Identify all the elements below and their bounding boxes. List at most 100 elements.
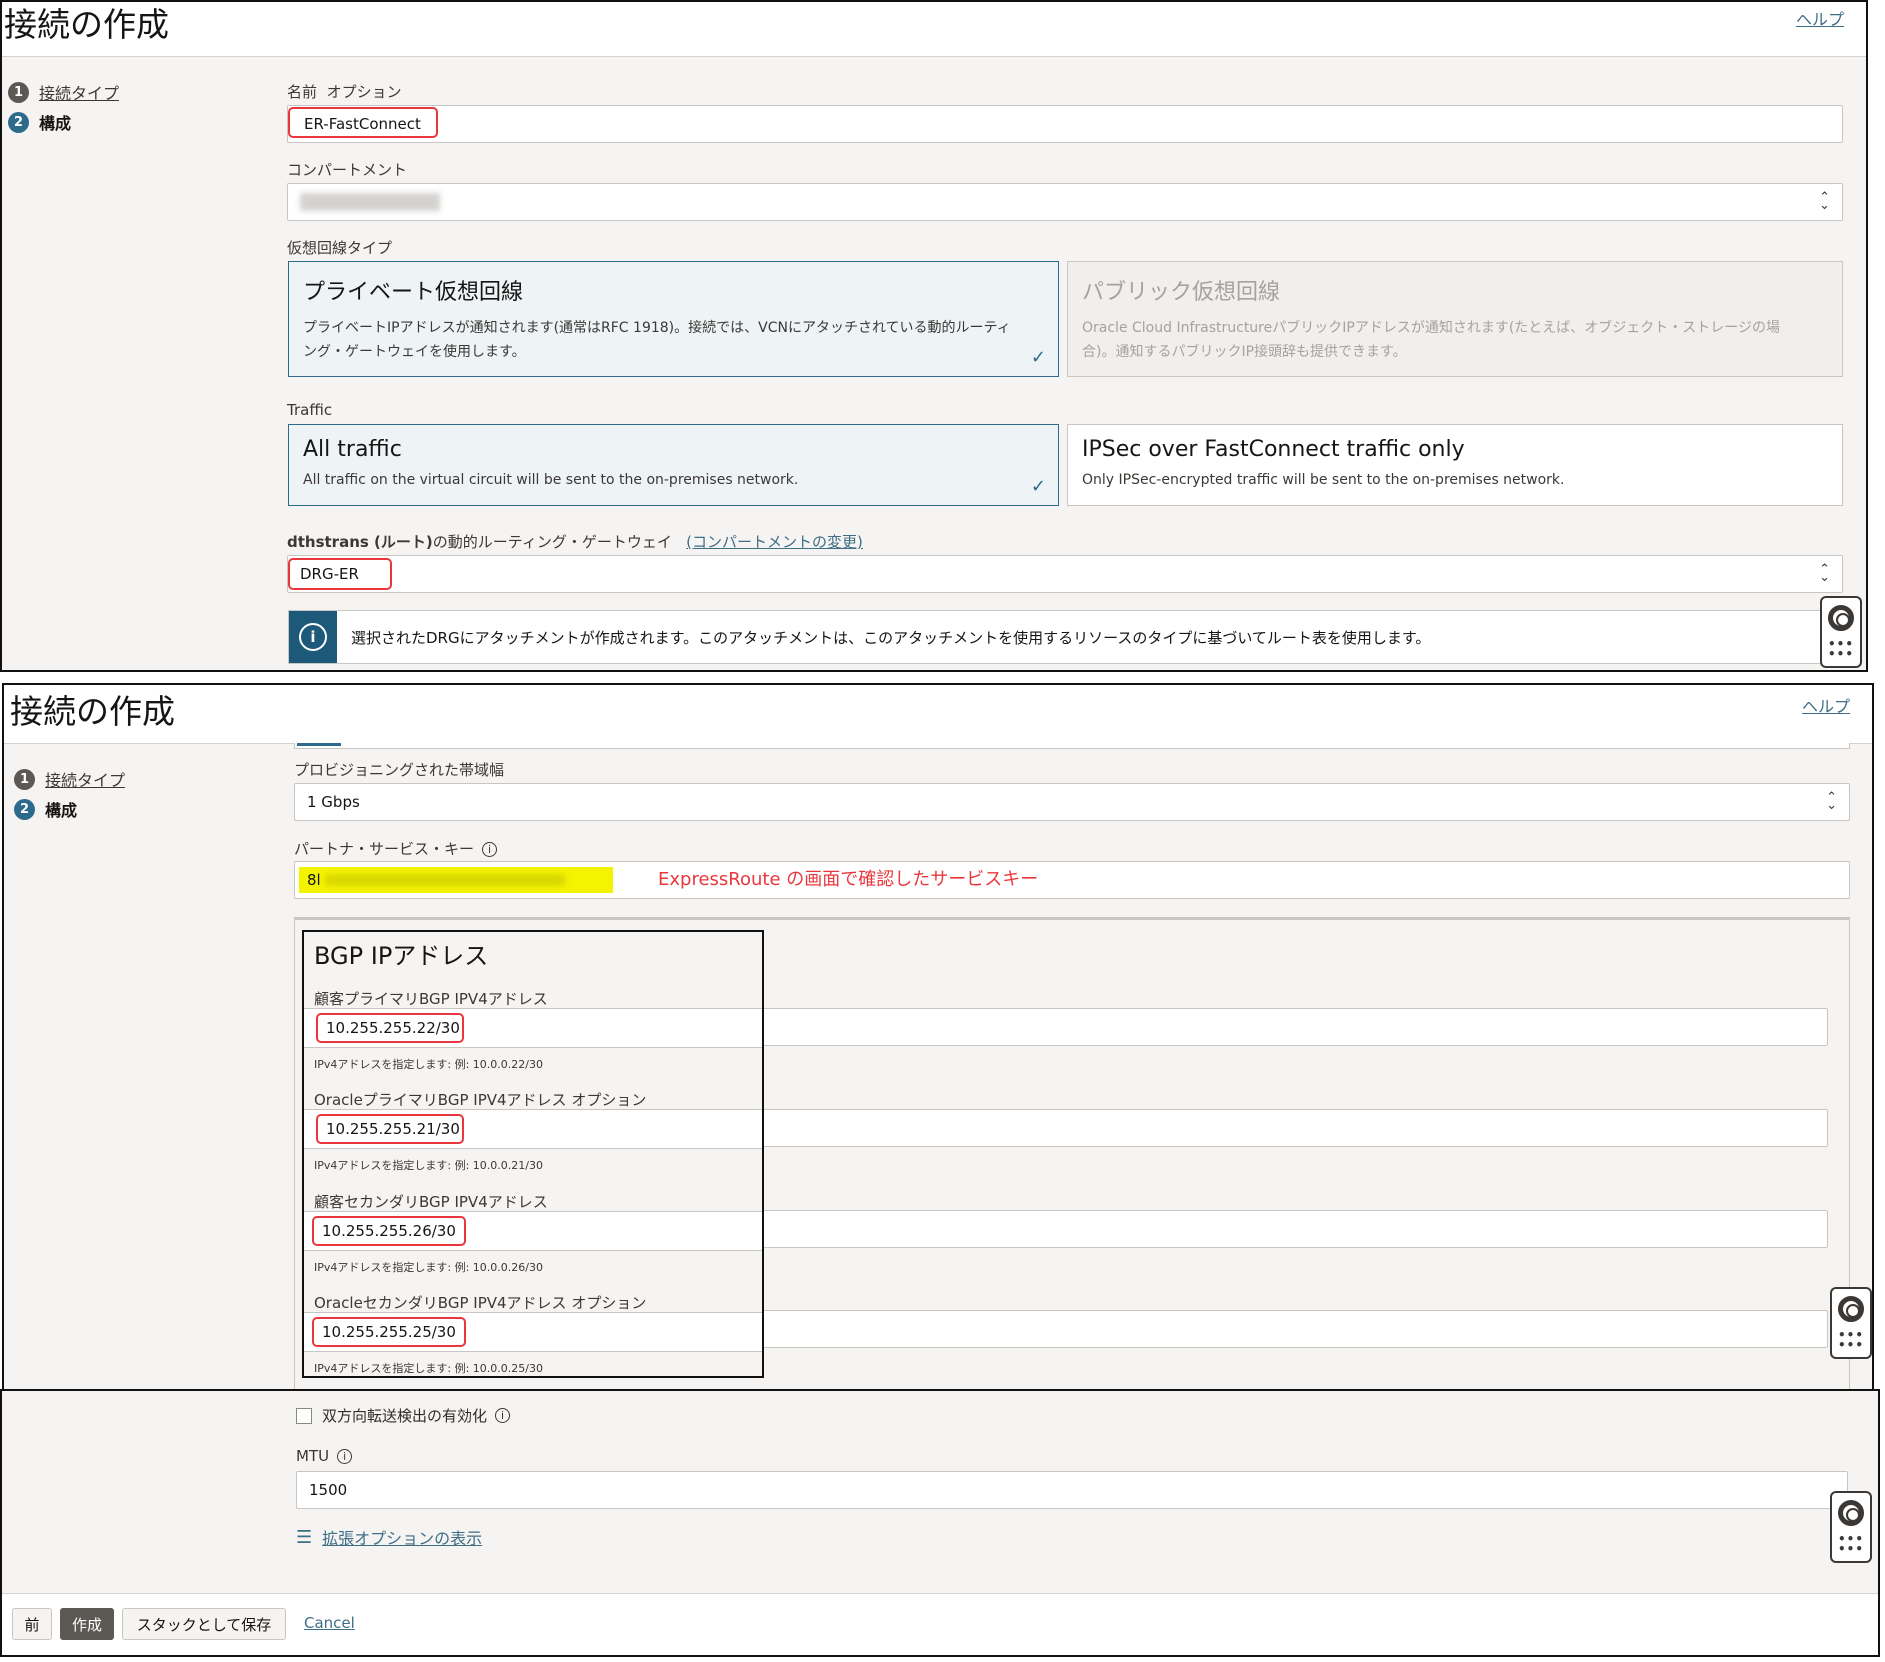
top-scroll-edge [294,743,1850,749]
info-icon: i [337,1449,353,1464]
public-vc-card: パブリック仮想回線 Oracle Cloud Infrastructureパブリ… [1067,261,1843,377]
bfd-row: 双方向転送検出の有効化 i [296,1405,511,1426]
all-traffic-card[interactable]: All traffic All traffic on the virtual c… [288,424,1059,506]
step-label: 接続タイプ [39,84,120,103]
step-number: 2 [8,111,29,133]
compartment-blurred-value [300,193,440,211]
step-configuration: 2 構成 [8,110,71,134]
bandwidth-value: 1 Gbps [307,793,360,811]
service-key-annotation: ExpressRoute の画面で確認したサービスキー [658,869,1039,890]
compartment-select[interactable]: ⌃ ⌄ [287,183,1843,221]
step-label: 構成 [39,114,72,133]
help-widget[interactable]: ••• ••• [1830,1491,1872,1563]
card-title: All traffic [303,437,402,462]
sliders-icon: ☰ [296,1526,313,1548]
panel-create-connection-3: 双方向転送検出の有効化 i MTU i 1500 ☰ 拡張オプションの表示 •••… [0,1389,1880,1657]
drg-highlight [288,558,392,590]
page-header: 接続の作成 ヘルプ [4,685,1872,744]
card-desc: Oracle Cloud InfrastructureパブリックIPアドレスが通… [1082,320,1780,360]
info-text: 選択されたDRGにアタッチメントが作成されます。このアタッチメントは、このアタッ… [351,628,1431,647]
checkmark-icon: ✓ [1030,347,1046,368]
card-desc: Only IPSec-encrypted traffic will be sen… [1082,472,1565,488]
vc-type-label: 仮想回線タイプ [287,239,393,257]
info-message: i 選択されたDRGにアタッチメントが作成されます。このアタッチメントは、このア… [288,610,1822,664]
help-widget[interactable]: ••• ••• [1830,1287,1872,1359]
name-highlight [288,107,438,138]
grid-icon: ••• ••• [1837,1531,1864,1556]
bgp-label-3: 顧客セカンダリBGP IPV4アドレス [314,1193,548,1211]
service-key-label: パートナ・サービス・キー i [294,838,498,859]
info-bar: i [289,611,337,663]
help-link[interactable]: ヘルプ [1802,693,1850,717]
bgp-label-1: 顧客プライマリBGP IPV4アドレス [314,990,548,1008]
card-title: IPSec over FastConnect traffic only [1082,437,1465,462]
card-desc: All traffic on the virtual circuit will … [303,472,799,488]
name-label: 名前 オプション [287,83,402,101]
lifering-icon [1838,1500,1864,1527]
previous-button[interactable]: 前 [12,1608,52,1640]
mtu-input[interactable]: 1500 [296,1471,1848,1509]
lifering-icon [1828,605,1854,632]
oracle-secondary-bgp-input[interactable]: 10.255.255.25/30 [312,1317,466,1347]
drg-select[interactable]: DRG-ER ⌃ ⌄ [287,555,1843,593]
compartment-label: コンパートメント [287,161,408,179]
grid-icon: ••• ••• [1827,636,1854,661]
footer-bar: 前 作成 スタックとして保存 Cancel [2,1593,1878,1655]
bgp-hint-4: IPv4アドレスを指定します: 例: 10.0.0.25/30 [314,1362,543,1375]
card-title: プライベート仮想回線 [303,280,524,305]
bgp-title: BGP IPアドレス [314,942,489,970]
service-key-highlight: 8l [299,867,613,893]
advanced-options-link[interactable]: ☰ 拡張オプションの表示 [296,1525,482,1549]
change-compartment-link[interactable]: (コンパートメントの変更) [686,533,863,551]
bgp-hint-2: IPv4アドレスを指定します: 例: 10.0.0.21/30 [314,1159,543,1172]
step-label: 構成 [45,801,78,820]
info-icon: i [482,842,498,857]
info-icon: i [299,623,327,651]
bgp-label-4: OracleセカンダリBGP IPV4アドレス オプション [314,1294,647,1312]
page-title: 接続の作成 [10,692,175,731]
help-widget[interactable]: ••• ••• [1820,596,1862,668]
private-vc-card[interactable]: プライベート仮想回線 プライベートIPアドレスが通知されます(通常はRFC 19… [288,261,1059,377]
lifering-icon [1838,1296,1864,1323]
bandwidth-label: プロビジョニングされた帯域幅 [294,761,505,779]
bgp-hint-1: IPv4アドレスを指定します: 例: 10.0.0.22/30 [314,1058,543,1071]
checkmark-icon: ✓ [1030,476,1046,497]
mtu-label: MTU i [296,1447,353,1465]
step-connection-type[interactable]: 1 接続タイプ [14,767,125,791]
name-input[interactable]: ER-FastConnect [287,105,1843,143]
step-number: 1 [14,768,35,790]
step-number: 1 [8,81,29,103]
mtu-value: 1500 [309,1481,348,1499]
customer-secondary-bgp-input[interactable]: 10.255.255.26/30 [312,1216,466,1246]
service-key-input[interactable]: 8l [294,861,1850,899]
save-as-stack-button[interactable]: スタックとして保存 [122,1608,286,1640]
chevron-updown-icon: ⌃ ⌄ [1819,190,1830,213]
card-desc: プライベートIPアドレスが通知されます(通常はRFC 1918)。接続では、VC… [303,320,1011,360]
page-title: 接続の作成 [4,5,169,44]
customer-primary-bgp-input[interactable]: 10.255.255.22/30 [316,1013,464,1043]
info-icon: i [495,1408,511,1423]
panel-create-connection-2: 接続の作成 ヘルプ 1 接続タイプ 2 構成 プロビジョニングされた帯域幅 1 … [2,683,1874,1391]
step-label: 接続タイプ [45,771,126,790]
bgp-hint-3: IPv4アドレスを指定します: 例: 10.0.0.26/30 [314,1261,543,1274]
bgp-zoom-box: BGP IPアドレス 顧客プライマリBGP IPV4アドレス 10.255.25… [302,930,764,1378]
step-number: 2 [14,798,35,820]
chevron-updown-icon: ⌃ ⌄ [1826,790,1837,813]
help-link[interactable]: ヘルプ [1796,6,1844,30]
traffic-label: Traffic [287,401,333,419]
oracle-primary-bgp-input[interactable]: 10.255.255.21/30 [316,1114,464,1144]
create-button[interactable]: 作成 [60,1608,114,1640]
step-configuration: 2 構成 [14,797,77,821]
card-title: パブリック仮想回線 [1082,280,1281,305]
drg-label: dthstrans (ルート)の動的ルーティング・ゲートウェイ (コンパートメン… [287,533,863,551]
cancel-link[interactable]: Cancel [304,1614,355,1632]
panel-create-connection-1: 接続の作成 ヘルプ 1 接続タイプ 2 構成 名前 オプション ER-FastC… [0,0,1868,672]
ipsec-traffic-card[interactable]: IPSec over FastConnect traffic only Only… [1067,424,1843,506]
bfd-checkbox[interactable] [296,1407,312,1424]
bfd-label: 双方向転送検出の有効化 [322,1407,488,1425]
grid-icon: ••• ••• [1837,1327,1864,1352]
step-connection-type[interactable]: 1 接続タイプ [8,80,119,104]
chevron-updown-icon: ⌃ ⌄ [1819,562,1830,585]
bandwidth-select[interactable]: 1 Gbps ⌃ ⌄ [294,783,1850,821]
page-header: 接続の作成 ヘルプ [2,2,1866,57]
